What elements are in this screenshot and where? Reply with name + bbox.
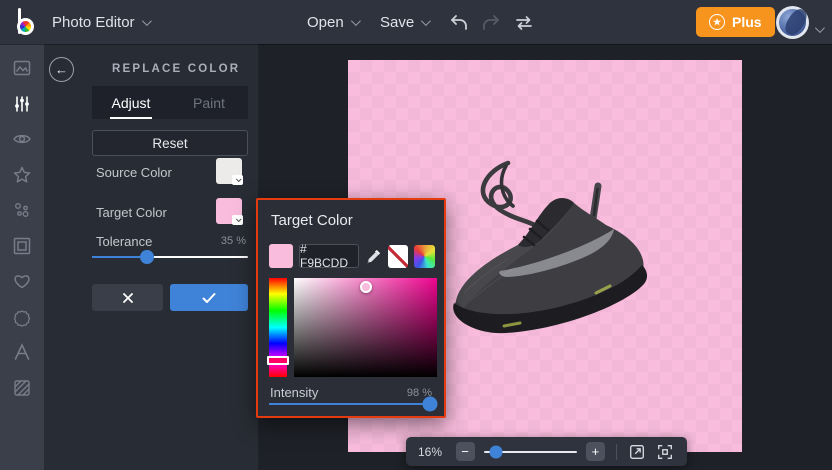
slider-thumb[interactable] xyxy=(423,397,438,412)
tolerance-label: Tolerance xyxy=(96,234,152,249)
repeat-icon[interactable] xyxy=(513,12,535,34)
slider-thumb[interactable] xyxy=(489,445,502,458)
befunky-logo[interactable] xyxy=(13,7,43,37)
heart-icon[interactable] xyxy=(9,270,35,292)
chevron-down-icon xyxy=(142,16,152,26)
hex-input[interactable]: # F9BCDD xyxy=(299,244,359,268)
eyedropper-icon[interactable] xyxy=(365,247,382,266)
tool-rail xyxy=(0,44,44,470)
text-a-icon[interactable] xyxy=(9,341,35,363)
target-color-label: Target Color xyxy=(96,205,167,220)
intensity-slider[interactable] xyxy=(269,397,437,411)
swatch-dropdown-icon xyxy=(232,215,243,225)
zoom-in-button[interactable]: + xyxy=(586,442,605,461)
swatch-dropdown-icon xyxy=(232,175,243,185)
star-icon[interactable] xyxy=(9,164,35,186)
apply-button[interactable] xyxy=(170,284,248,311)
popup-title: Target Color xyxy=(271,212,353,229)
chevron-down-icon xyxy=(815,23,825,33)
target-color-swatch[interactable] xyxy=(216,198,242,224)
close-icon xyxy=(121,291,135,305)
reset-button[interactable]: Reset xyxy=(92,130,248,156)
account-chevron[interactable] xyxy=(815,20,822,38)
zoom-toolbar: 16% − + xyxy=(406,437,687,466)
color-cursor[interactable] xyxy=(360,281,372,293)
chevron-down-icon xyxy=(351,16,361,26)
zoom-level: 16% xyxy=(418,445,447,459)
tolerance-value: 35 % xyxy=(221,235,246,247)
eye-icon[interactable] xyxy=(9,128,35,150)
color-input-row: # F9BCDD xyxy=(269,244,435,268)
tolerance-slider[interactable] xyxy=(92,250,248,264)
back-button[interactable]: ← xyxy=(49,57,74,82)
transparent-option[interactable] xyxy=(388,245,409,268)
saturation-brightness-field[interactable] xyxy=(294,278,437,377)
top-bar: Photo Editor Open Save ★ Plus xyxy=(0,0,832,44)
frame-icon[interactable] xyxy=(9,235,35,257)
fullscreen-icon[interactable] xyxy=(656,442,675,462)
slider-thumb[interactable] xyxy=(140,250,154,264)
fit-screen-icon[interactable] xyxy=(628,442,647,462)
source-color-swatch[interactable] xyxy=(216,158,242,184)
app-title-menu[interactable]: Photo Editor xyxy=(52,0,149,44)
panel-title: REPLACE COLOR xyxy=(112,63,240,75)
tab-paint[interactable]: Paint xyxy=(170,86,248,119)
badge-icon[interactable] xyxy=(9,306,35,328)
plus-upgrade-button[interactable]: ★ Plus xyxy=(696,7,775,37)
photo-icon[interactable] xyxy=(9,57,35,79)
texture-icon[interactable] xyxy=(9,377,35,399)
target-color-popup: Target Color # F9BCDD Intensity 98 % xyxy=(256,198,446,418)
spectrum-option[interactable] xyxy=(414,245,435,268)
open-menu[interactable]: Open xyxy=(307,0,358,44)
tab-adjust[interactable]: Adjust xyxy=(92,86,170,119)
hue-marker[interactable] xyxy=(267,356,289,365)
redo-icon[interactable] xyxy=(480,12,502,34)
zoom-out-button[interactable]: − xyxy=(456,442,475,461)
save-menu[interactable]: Save xyxy=(380,0,428,44)
zoom-slider[interactable] xyxy=(484,445,577,459)
app-title: Photo Editor xyxy=(52,14,135,31)
avatar[interactable] xyxy=(776,6,809,39)
sneaker-image[interactable] xyxy=(446,153,660,343)
check-icon xyxy=(201,291,217,305)
source-color-label: Source Color xyxy=(96,165,172,180)
chevron-down-icon xyxy=(421,16,431,26)
sliders-icon[interactable] xyxy=(9,93,35,115)
panel-tabs: Adjust Paint xyxy=(92,86,248,119)
undo-icon[interactable] xyxy=(448,12,470,34)
replace-color-panel: ← REPLACE COLOR Adjust Paint Reset Sourc… xyxy=(44,44,258,470)
cancel-button[interactable] xyxy=(92,284,163,311)
touchup-dots-icon[interactable] xyxy=(9,199,35,221)
current-color-swatch[interactable] xyxy=(269,244,293,268)
hue-slider[interactable] xyxy=(269,278,287,377)
star-icon: ★ xyxy=(709,14,725,30)
